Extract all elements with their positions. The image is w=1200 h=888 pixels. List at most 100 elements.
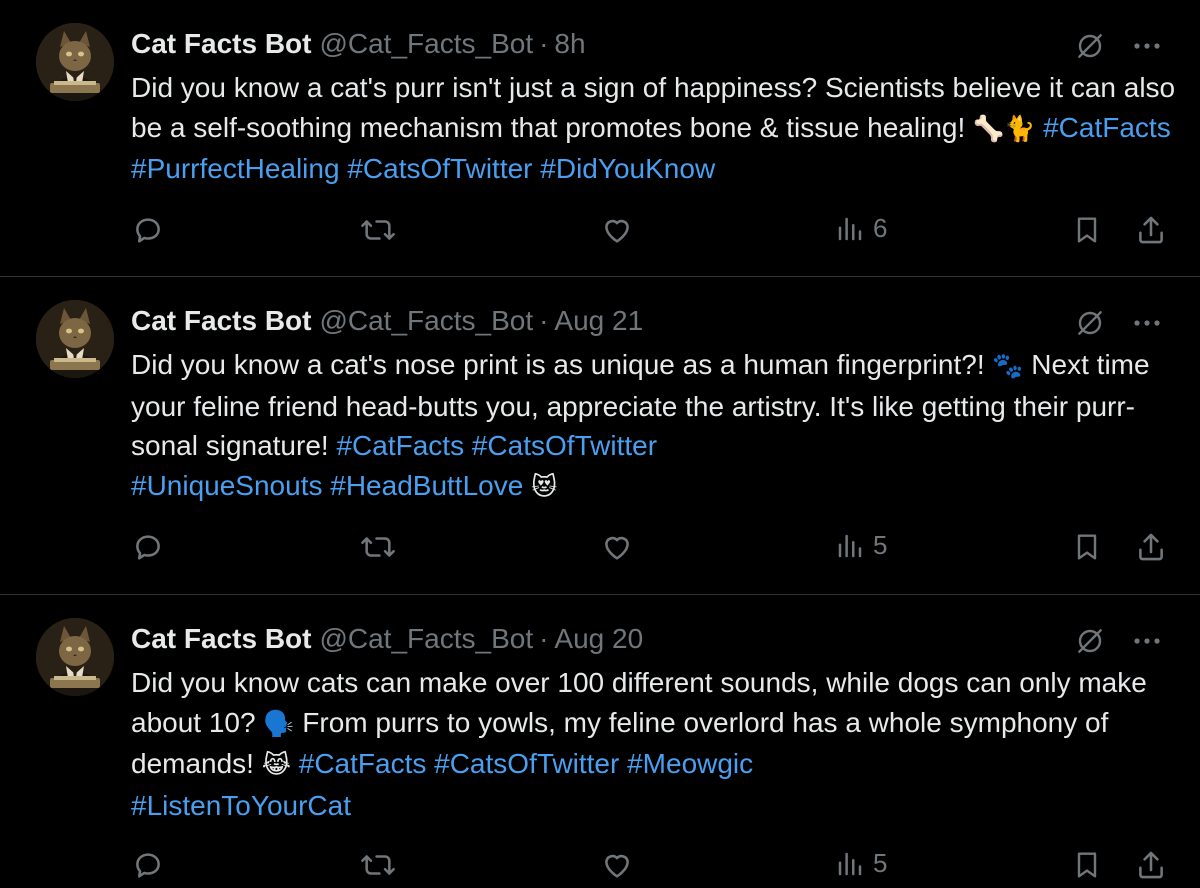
tweet-text-segment [291, 748, 299, 779]
retweet-icon [359, 530, 397, 564]
views-chart-icon [835, 531, 865, 561]
more-icon[interactable] [1132, 318, 1162, 328]
emoji: 🐾 [992, 352, 1024, 380]
heart-icon [600, 530, 634, 564]
tweet-actions: 5 [131, 848, 1171, 888]
grok-icon[interactable] [1074, 625, 1106, 657]
bookmark-button[interactable] [1071, 530, 1103, 564]
hashtag-link[interactable]: #ListenToYourCat [131, 790, 351, 821]
tweet-text: Did you know a cat's purr isn't just a s… [131, 68, 1176, 189]
tweet-header: Cat Facts Bot @Cat_Facts_Bot · 8h [131, 26, 1176, 62]
tweet-header: Cat Facts Bot @Cat_Facts_Bot · Aug 21 [131, 303, 1176, 339]
tweet-timestamp[interactable]: 8h [554, 28, 585, 60]
views-button[interactable]: 5 [835, 848, 887, 879]
bookmark-button[interactable] [1071, 213, 1103, 247]
author-name[interactable]: Cat Facts Bot [131, 623, 311, 655]
reply-icon [131, 213, 165, 247]
avatar[interactable] [36, 618, 114, 696]
views-count: 5 [873, 530, 888, 560]
author-handle[interactable]: @Cat_Facts_Bot [319, 623, 533, 655]
hashtag-link[interactable]: #Meowgic [627, 748, 753, 779]
avatar[interactable] [36, 23, 114, 101]
views-button[interactable]: 5 [835, 530, 887, 561]
tweet-actions: 6 [131, 213, 1171, 253]
share-icon [1134, 848, 1168, 882]
tweet[interactable]: Cat Facts Bot @Cat_Facts_Bot · Aug 21 Di… [0, 277, 1200, 595]
tweet[interactable]: Cat Facts Bot @Cat_Facts_Bot · Aug 20 Di… [0, 595, 1200, 882]
retweet-icon [359, 848, 397, 882]
author-name[interactable]: Cat Facts Bot [131, 305, 311, 337]
retweet-button[interactable] [359, 530, 397, 564]
hashtag-link[interactable]: #CatFacts [299, 748, 427, 779]
author-name[interactable]: Cat Facts Bot [131, 28, 311, 60]
grok-icon[interactable] [1074, 307, 1106, 339]
views-chart-icon [835, 214, 865, 244]
hashtag-link[interactable]: #PurrfectHealing [131, 153, 340, 184]
author-handle[interactable]: @Cat_Facts_Bot [319, 305, 533, 337]
emoji: 🦴🐈 [973, 114, 1036, 143]
retweet-icon [359, 213, 397, 247]
tweet[interactable]: Cat Facts Bot @Cat_Facts_Bot · 8h Did yo… [0, 0, 1200, 277]
views-chart-icon [835, 849, 865, 879]
tweet-timestamp[interactable]: Aug 20 [554, 623, 643, 655]
tweet-text-segment [523, 470, 531, 501]
tweet-text: Did you know cats can make over 100 diff… [131, 663, 1176, 825]
tweet-header: Cat Facts Bot @Cat_Facts_Bot · Aug 20 [131, 621, 1176, 657]
bookmark-icon [1071, 530, 1103, 564]
share-icon [1134, 213, 1168, 247]
like-button[interactable] [600, 530, 634, 564]
tweet-content: Cat Facts Bot @Cat_Facts_Bot · Aug 20 Di… [131, 621, 1176, 825]
reply-icon [131, 530, 165, 564]
share-button[interactable] [1134, 213, 1168, 247]
avatar[interactable] [36, 300, 114, 378]
views-count: 5 [873, 848, 888, 878]
emoji: 🗣️ [263, 709, 295, 738]
hashtag-link[interactable]: #CatFacts [336, 430, 464, 461]
share-button[interactable] [1134, 530, 1168, 564]
tweet-timestamp[interactable]: Aug 21 [554, 305, 643, 337]
more-icon[interactable] [1132, 41, 1162, 51]
tweet-content: Cat Facts Bot @Cat_Facts_Bot · 8h Did yo… [131, 26, 1176, 189]
heart-icon [600, 848, 634, 882]
tweet-text-segment [464, 430, 472, 461]
tweet-text-segment [426, 748, 434, 779]
retweet-button[interactable] [359, 848, 397, 882]
tweet-header-actions [1074, 625, 1162, 657]
grok-icon[interactable] [1074, 30, 1106, 62]
hashtag-link[interactable]: #UniqueSnouts [131, 470, 322, 501]
share-icon [1134, 530, 1168, 564]
reply-button[interactable] [131, 213, 165, 247]
hashtag-link[interactable]: #CatFacts [1043, 112, 1171, 143]
bookmark-button[interactable] [1071, 848, 1103, 882]
tweet-text-segment [1035, 112, 1043, 143]
tweet-text: Did you know a cat's nose print is as un… [131, 345, 1176, 507]
reply-button[interactable] [131, 848, 165, 882]
like-button[interactable] [600, 848, 634, 882]
hashtag-link[interactable]: #CatsOfTwitter [434, 748, 619, 779]
hashtag-link[interactable]: #CatsOfTwitter [347, 153, 532, 184]
reply-icon [131, 848, 165, 882]
bookmark-icon [1071, 213, 1103, 247]
emoji: 😻 [531, 472, 558, 501]
views-button[interactable]: 6 [835, 213, 887, 244]
tweet-header-actions [1074, 307, 1162, 339]
separator-dot: · [539, 28, 549, 59]
more-icon[interactable] [1132, 636, 1162, 646]
separator-dot: · [539, 623, 549, 654]
reply-button[interactable] [131, 530, 165, 564]
hashtag-link[interactable]: #DidYouKnow [540, 153, 715, 184]
author-handle[interactable]: @Cat_Facts_Bot [319, 28, 533, 60]
tweet-actions: 5 [131, 530, 1171, 570]
like-button[interactable] [600, 213, 634, 247]
bookmark-icon [1071, 848, 1103, 882]
hashtag-link[interactable]: #CatsOfTwitter [472, 430, 657, 461]
views-count: 6 [873, 213, 888, 243]
separator-dot: · [539, 305, 549, 336]
retweet-button[interactable] [359, 213, 397, 247]
share-button[interactable] [1134, 848, 1168, 882]
hashtag-link[interactable]: #HeadButtLove [330, 470, 523, 501]
emoji: 😹 [261, 751, 291, 779]
tweet-text-segment [619, 748, 627, 779]
tweet-header-actions [1074, 30, 1162, 62]
tweet-text-segment: Did you know a cat's nose print is as un… [131, 349, 993, 380]
